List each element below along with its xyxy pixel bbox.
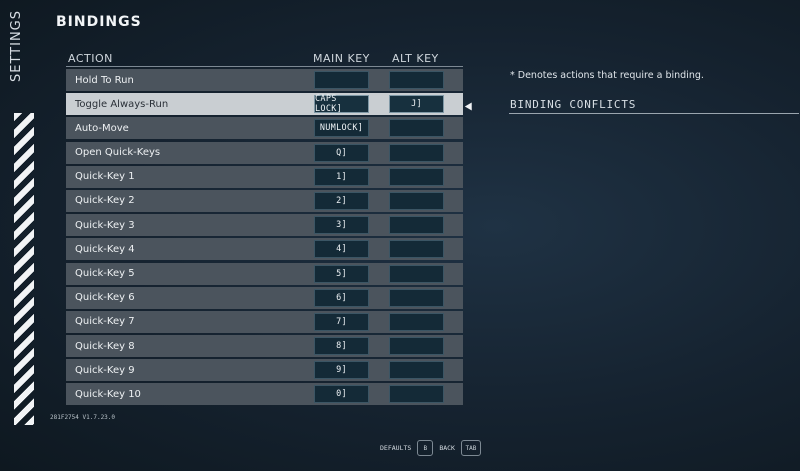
page-title: BINDINGS	[56, 14, 142, 30]
binding-action-label: Quick-Key 6	[75, 292, 135, 304]
alt-key-slot[interactable]	[389, 288, 444, 307]
alt-key-slot[interactable]	[389, 167, 444, 186]
binding-action-label: Quick-Key 2	[75, 195, 135, 207]
main-key-slot[interactable]: 2]	[314, 191, 369, 210]
main-key-slot[interactable]: 3]	[314, 216, 369, 235]
binding-row-quick-key-5[interactable]: Quick-Key 5 5]	[66, 262, 463, 285]
binding-row-toggle-always-run[interactable]: Toggle Always-Run CAPS LOCK] J]	[66, 93, 463, 116]
binding-action-label: Quick-Key 9	[75, 364, 135, 376]
binding-row-hold-to-run[interactable]: Hold To Run	[66, 69, 463, 91]
binding-row-auto-move[interactable]: Auto-Move NUMLOCK]	[66, 117, 463, 140]
main-key-slot[interactable]: CAPS LOCK]	[314, 94, 369, 114]
main-key-slot[interactable]: NUMLOCK]	[314, 119, 369, 138]
binding-action-label: Quick-Key 7	[75, 316, 135, 328]
binding-row-quick-key-4[interactable]: Quick-Key 4 4]	[66, 238, 463, 261]
alt-key-slot[interactable]	[389, 240, 444, 259]
back-key-button[interactable]: TAB	[460, 440, 481, 456]
binding-conflicts-divider	[509, 113, 799, 114]
binding-row-quick-key-9[interactable]: Quick-Key 9 9]	[66, 359, 463, 382]
sidebar-stripes-decoration	[14, 113, 34, 425]
binding-row-quick-key-8[interactable]: Quick-Key 8 8]	[66, 335, 463, 358]
defaults-key-button[interactable]: B	[417, 440, 434, 456]
binding-action-label: Quick-Key 4	[75, 243, 135, 255]
main-key-slot[interactable]: 9]	[314, 361, 369, 380]
settings-sidebar: SETTINGS	[0, 0, 44, 471]
alt-key-slot[interactable]	[389, 312, 444, 331]
main-key-slot[interactable]: 8]	[314, 337, 369, 356]
main-key-slot[interactable]: 4]	[314, 240, 369, 259]
binding-row-quick-key-7[interactable]: Quick-Key 7 7]	[66, 310, 463, 333]
alt-key-slot[interactable]	[389, 216, 444, 235]
binding-action-label: Quick-Key 3	[75, 219, 135, 231]
header-main-key: MAIN KEY	[313, 52, 370, 65]
sidebar-title: SETTINGS	[9, 9, 24, 82]
binding-action-label: Toggle Always-Run	[75, 98, 169, 110]
bindings-list: Hold To Run Toggle Always-Run CAPS LOCK]…	[66, 69, 463, 408]
alt-key-slot[interactable]	[389, 264, 444, 283]
binding-action-label: Quick-Key 10	[75, 388, 141, 400]
binding-action-label: Quick-Key 8	[75, 340, 135, 352]
header-alt-key: ALT KEY	[392, 52, 439, 65]
main-key-slot[interactable]: 7]	[314, 312, 369, 331]
alt-key-slot[interactable]	[389, 119, 444, 138]
binding-action-label: Quick-Key 1	[75, 171, 135, 183]
header-action: ACTION	[68, 52, 113, 65]
binding-action-label: Auto-Move	[75, 122, 129, 134]
binding-action-label: Quick-Key 5	[75, 268, 135, 279]
binding-row-quick-key-3[interactable]: Quick-Key 3 3]	[66, 214, 463, 237]
binding-row-quick-key-1[interactable]: Quick-Key 1 1]	[66, 165, 463, 188]
main-key-slot[interactable]: 5]	[314, 264, 369, 283]
main-key-slot[interactable]: 0]	[314, 385, 369, 404]
binding-row-open-quick-keys[interactable]: Open Quick-Keys Q]	[66, 141, 463, 164]
binding-action-label: Open Quick-Keys	[75, 147, 161, 159]
required-binding-note: * Denotes actions that require a binding…	[510, 70, 704, 81]
alt-key-slot[interactable]: J]	[389, 95, 444, 114]
mouse-cursor-icon	[464, 102, 476, 113]
binding-conflicts-title: BINDING CONFLICTS	[510, 98, 637, 111]
binding-row-quick-key-2[interactable]: Quick-Key 2 2]	[66, 189, 463, 212]
main-key-slot[interactable]: 6]	[314, 288, 369, 307]
binding-row-quick-key-10[interactable]: Quick-Key 10 0]	[66, 383, 463, 406]
main-key-slot[interactable]: Q]	[314, 143, 369, 162]
binding-action-label: Hold To Run	[75, 74, 134, 86]
footer-controls: DEFAULTS B BACK TAB	[380, 440, 481, 456]
binding-row-quick-key-6[interactable]: Quick-Key 6 6]	[66, 286, 463, 309]
version-label: 281F2754 V1.7.23.0	[50, 414, 116, 421]
alt-key-slot[interactable]	[389, 337, 444, 356]
alt-key-slot[interactable]	[389, 71, 444, 89]
alt-key-slot[interactable]	[389, 385, 444, 404]
alt-key-slot[interactable]	[389, 143, 444, 162]
defaults-label: DEFAULTS	[380, 444, 412, 452]
back-label: BACK	[439, 444, 455, 452]
alt-key-slot[interactable]	[389, 191, 444, 210]
alt-key-slot[interactable]	[389, 361, 444, 380]
header-divider	[66, 66, 463, 67]
main-key-slot[interactable]	[314, 71, 369, 89]
main-key-slot[interactable]: 1]	[314, 167, 369, 186]
